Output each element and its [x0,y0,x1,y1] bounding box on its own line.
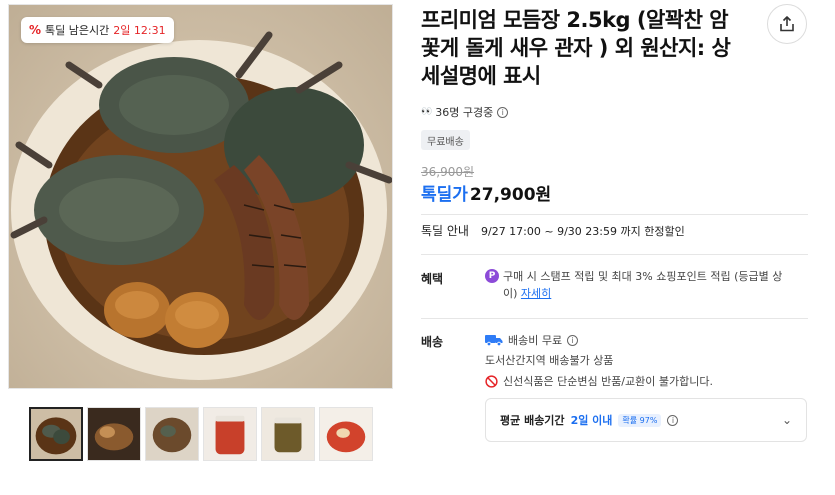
fresh-food-notice-text: 신선식품은 단순변심 반품/교환이 불가합니다. [503,375,713,388]
main-product-image: % 톡딜 남은시간 2일 12:31 [8,4,393,389]
delivery-period-label: 평균 배송기간 [500,414,565,427]
deal-countdown-label: 톡딜 남은시간 [45,24,110,37]
free-shipping-tag: 무료배송 [421,130,470,150]
fresh-food-notice: 신선식품은 단순변심 반품/교환이 불가합니다. [485,373,713,389]
crab-dish-illustration [10,31,392,380]
shipping-restriction: 도서산간지역 배송불가 상품 [485,354,614,367]
delivery-probability-badge: 확률 97% [618,413,662,427]
deal-period: 9/27 17:00 ~ 9/30 23:59 까지 한정할인 [480,224,685,238]
eyes-icon: 👀 [421,107,432,117]
share-button[interactable] [767,4,807,44]
divider [421,254,808,255]
deal-info-label: 톡딜 안내 [421,224,469,238]
info-icon[interactable]: i [667,414,679,426]
thumbnail-strip [29,407,373,461]
thumbnail-6[interactable] [319,407,373,461]
thumbnail-4[interactable] [203,407,257,461]
deal-info-row: 톡딜 안내 9/27 17:00 ~ 9/30 23:59 까지 한정할인 [421,222,685,239]
benefit-text: 구매 시 스탬프 적립 및 최대 3% 쇼핑포인트 적립 (등급별 상이) 자세… [503,268,785,302]
divider [421,214,808,215]
ban-icon [485,374,498,388]
info-icon[interactable]: i [497,106,509,118]
shipping-fee-row: 배송비 무료 i [485,332,579,348]
truck-icon [485,335,503,346]
deal-price: 27,900원 [469,185,552,205]
deal-countdown-time: 2일 12:31 [113,24,166,37]
percent-icon: % [29,23,42,37]
share-icon [780,16,794,32]
shipping-fee: 배송비 무료 [508,334,563,347]
divider [421,318,808,319]
info-icon[interactable]: i [567,334,579,346]
delivery-period-value: 2일 이내 [570,414,613,427]
benefit-label: 혜택 [421,272,444,286]
point-icon: P [485,269,499,283]
thumbnail-2[interactable] [87,407,141,461]
thumbnail-5[interactable] [261,407,315,461]
benefit-row: P 구매 시 스탬프 적립 및 최대 3% 쇼핑포인트 적립 (등급별 상이) … [485,268,785,302]
original-price: 36,900원 [421,165,475,179]
viewer-count: 👀 36명 구경중 i [421,104,509,120]
deal-countdown-badge: % 톡딜 남은시간 2일 12:31 [21,17,174,43]
viewer-count-text: 36명 구경중 [435,106,494,119]
thumbnail-1[interactable] [29,407,83,461]
delivery-period-dropdown[interactable]: 평균 배송기간 2일 이내 확률 97% i ⌄ [485,398,807,442]
chevron-down-icon: ⌄ [781,413,792,427]
thumbnail-3[interactable] [145,407,199,461]
deal-price-label: 톡딜가 [421,185,468,205]
product-title: 프리미엄 모듬장 2.5kg (알꽉찬 암 꽃게 돌게 새우 관자 ) 외 원산… [421,8,731,88]
shipping-label: 배송 [421,335,444,349]
price-row: 톡딜가 27,900원 [421,180,551,205]
benefit-detail-link[interactable]: 자세히 [521,287,551,300]
